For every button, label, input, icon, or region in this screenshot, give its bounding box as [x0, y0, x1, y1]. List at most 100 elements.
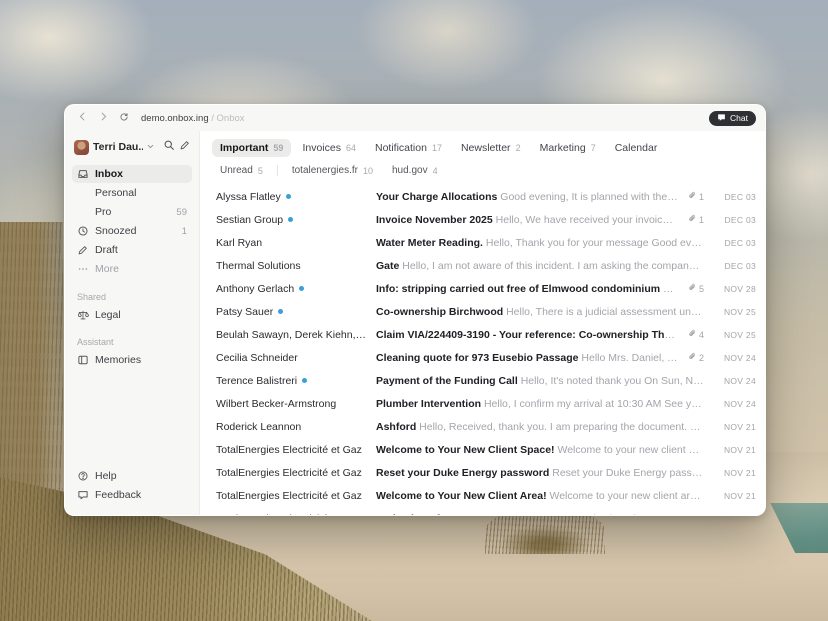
email-sender: Thermal Solutions: [216, 260, 366, 272]
sidebar-footer: Help Feedback: [72, 467, 192, 505]
tab-notification[interactable]: Notification 17: [367, 139, 450, 157]
email-subject: Reset your Duke Energy password: [376, 467, 549, 479]
book-icon: [77, 354, 89, 366]
compose-button[interactable]: [179, 138, 190, 156]
email-row[interactable]: Thermal Solutions Gate Hello, I am not a…: [200, 254, 765, 277]
filter-count: 10: [363, 166, 373, 176]
tab-newsletter[interactable]: Newsletter 2: [453, 139, 529, 157]
url-text: demo.onbox.ing: [141, 113, 209, 124]
sidebar-section-title: Assistant: [77, 337, 187, 347]
tab-count: 17: [432, 143, 442, 153]
reload-button[interactable]: [116, 110, 132, 126]
sidebar-item-inbox[interactable]: Inbox: [72, 165, 192, 183]
filter-divider: [277, 165, 278, 176]
compose-icon: [179, 138, 190, 156]
filter-totalenergies-fr[interactable]: totalenergies.fr 10: [284, 163, 381, 178]
email-sender: Terence Balistreri: [216, 375, 366, 387]
forward-button[interactable]: [95, 110, 111, 126]
email-row[interactable]: TotalEnergies Electricité et Gaz Welcome…: [200, 438, 765, 461]
attachment-indicator: 5: [688, 283, 704, 294]
email-row[interactable]: Wilbert Becker-Armstrong Plumber Interve…: [200, 392, 765, 415]
chat-icon: [717, 113, 726, 124]
chevron-down-icon[interactable]: [146, 138, 155, 156]
paperclip-icon: [688, 352, 697, 363]
sidebar-item-personal[interactable]: Personal: [72, 184, 192, 202]
email-row[interactable]: Anthony Gerlach Info: stripping carried …: [200, 277, 765, 300]
mail-list-pane: Important 59 Invoices 64 Notification 17…: [200, 131, 765, 515]
sidebar-item-snoozed[interactable]: Snoozed 1: [72, 222, 192, 240]
sidebar-item-more[interactable]: More: [72, 260, 192, 278]
sidebar-item-legal[interactable]: Legal: [72, 306, 192, 324]
email-row[interactable]: Patsy Sauer Co-ownership Birchwood Hello…: [200, 300, 765, 323]
email-row[interactable]: Karl Ryan Water Meter Reading. Hello, Th…: [200, 231, 765, 254]
search-button[interactable]: [163, 138, 175, 156]
sidebar-item-draft[interactable]: Draft: [72, 241, 192, 259]
filter-label: totalenergies.fr: [292, 165, 358, 176]
email-sender: Patsy Sauer: [216, 306, 366, 318]
email-date: NOV 21: [714, 422, 756, 432]
tab-invoices[interactable]: Invoices 64: [294, 139, 364, 157]
chat-button-label: Chat: [730, 113, 748, 123]
email-preview: Hello Mrs. Daniel, Thank you very much f…: [581, 352, 678, 364]
tab-important[interactable]: Important 59: [212, 139, 291, 157]
email-row[interactable]: TotalEnergies Electricité et Gaz Welcome…: [200, 484, 765, 507]
sidebar-item-label: Legal: [95, 309, 121, 321]
email-sender: Anthony Gerlach: [216, 283, 366, 295]
tab-marketing[interactable]: Marketing 7: [532, 139, 604, 157]
browser-toolbar: demo.onbox.ing / Onbox Chat: [65, 105, 765, 131]
email-sender: TotalEnergies Electricité et Gaz: [216, 513, 366, 516]
attachment-count: 4: [699, 330, 704, 340]
email-row[interactable]: Beulah Sawayn, Derek Kiehn, Hilda Schowa…: [200, 323, 765, 346]
browser-window: demo.onbox.ing / Onbox Chat Terri Dau...…: [64, 104, 766, 516]
sidebar-item-help[interactable]: Help: [72, 467, 192, 485]
email-sender: Cecilia Schneider: [216, 352, 366, 364]
sidebar-item-count: 1: [182, 226, 187, 237]
filter-hud-gov[interactable]: hud.gov 4: [384, 163, 446, 178]
unread-dot: [278, 309, 283, 314]
tab-calendar[interactable]: Calendar: [607, 139, 666, 157]
email-sender: Roderick Leannon: [216, 421, 366, 433]
email-row[interactable]: Sestian Group Invoice November 2025 Hell…: [200, 208, 765, 231]
tab-count: 7: [591, 143, 596, 153]
email-preview: Activation of your new customer space Cu…: [578, 513, 704, 516]
account-switcher[interactable]: Terri Dau...: [72, 138, 192, 156]
email-subject: Your Charge Allocations: [376, 191, 497, 203]
email-subject: Water Meter Reading.: [376, 237, 483, 249]
email-row[interactable]: TotalEnergies Electricité et Gaz Reset y…: [200, 461, 765, 484]
email-date: NOV 28: [714, 284, 756, 294]
paperclip-icon: [688, 329, 697, 340]
email-row[interactable]: Alyssa Flatley Your Charge Allocations G…: [200, 185, 765, 208]
search-icon: [163, 138, 175, 156]
email-row[interactable]: Roderick Leannon Ashford Hello, Received…: [200, 415, 765, 438]
feedback-icon: [77, 489, 89, 501]
sidebar-item-feedback[interactable]: Feedback: [72, 486, 192, 504]
email-subject: Payment of the Funding Call: [376, 375, 518, 387]
email-subject: Activation of Your New Customer Space: [376, 513, 576, 516]
attachment-indicator: 1: [688, 191, 704, 202]
chat-button[interactable]: Chat: [709, 111, 756, 126]
email-row[interactable]: Cecilia Schneider Cleaning quote for 973…: [200, 346, 765, 369]
sidebar-item-pro[interactable]: Pro 59: [72, 203, 192, 221]
avatar[interactable]: [74, 140, 89, 155]
email-preview: Hello, Thank you for your message Good e…: [486, 237, 704, 249]
email-subject: Gate: [376, 260, 399, 272]
email-row[interactable]: Terence Balistreri Payment of the Fundin…: [200, 369, 765, 392]
app-body: Terri Dau... Inbox Personal Pro 59 Snooz…: [65, 131, 765, 515]
email-sender: Wilbert Becker-Armstrong: [216, 398, 366, 410]
paperclip-icon: [688, 283, 697, 294]
email-sender: Alyssa Flatley: [216, 191, 366, 203]
email-row[interactable]: TotalEnergies Electricité et Gaz Activat…: [200, 507, 765, 515]
paperclip-icon: [688, 214, 697, 225]
tab-label: Notification: [375, 142, 427, 154]
back-button[interactable]: [74, 110, 90, 126]
sidebar-item-memories[interactable]: Memories: [72, 351, 192, 369]
sidebar-sections: Shared Legal Assistant Memories: [72, 279, 192, 370]
sidebar-item-label: Personal: [95, 187, 136, 199]
sidebar: Terri Dau... Inbox Personal Pro 59 Snooz…: [65, 131, 200, 515]
attachment-count: 2: [699, 353, 704, 363]
back-icon: [77, 109, 88, 127]
paperclip-icon: [688, 191, 697, 202]
filter-unread[interactable]: Unread 5: [212, 163, 271, 178]
address-bar[interactable]: demo.onbox.ing / Onbox: [141, 113, 245, 124]
url-suffix: / Onbox: [211, 113, 244, 124]
